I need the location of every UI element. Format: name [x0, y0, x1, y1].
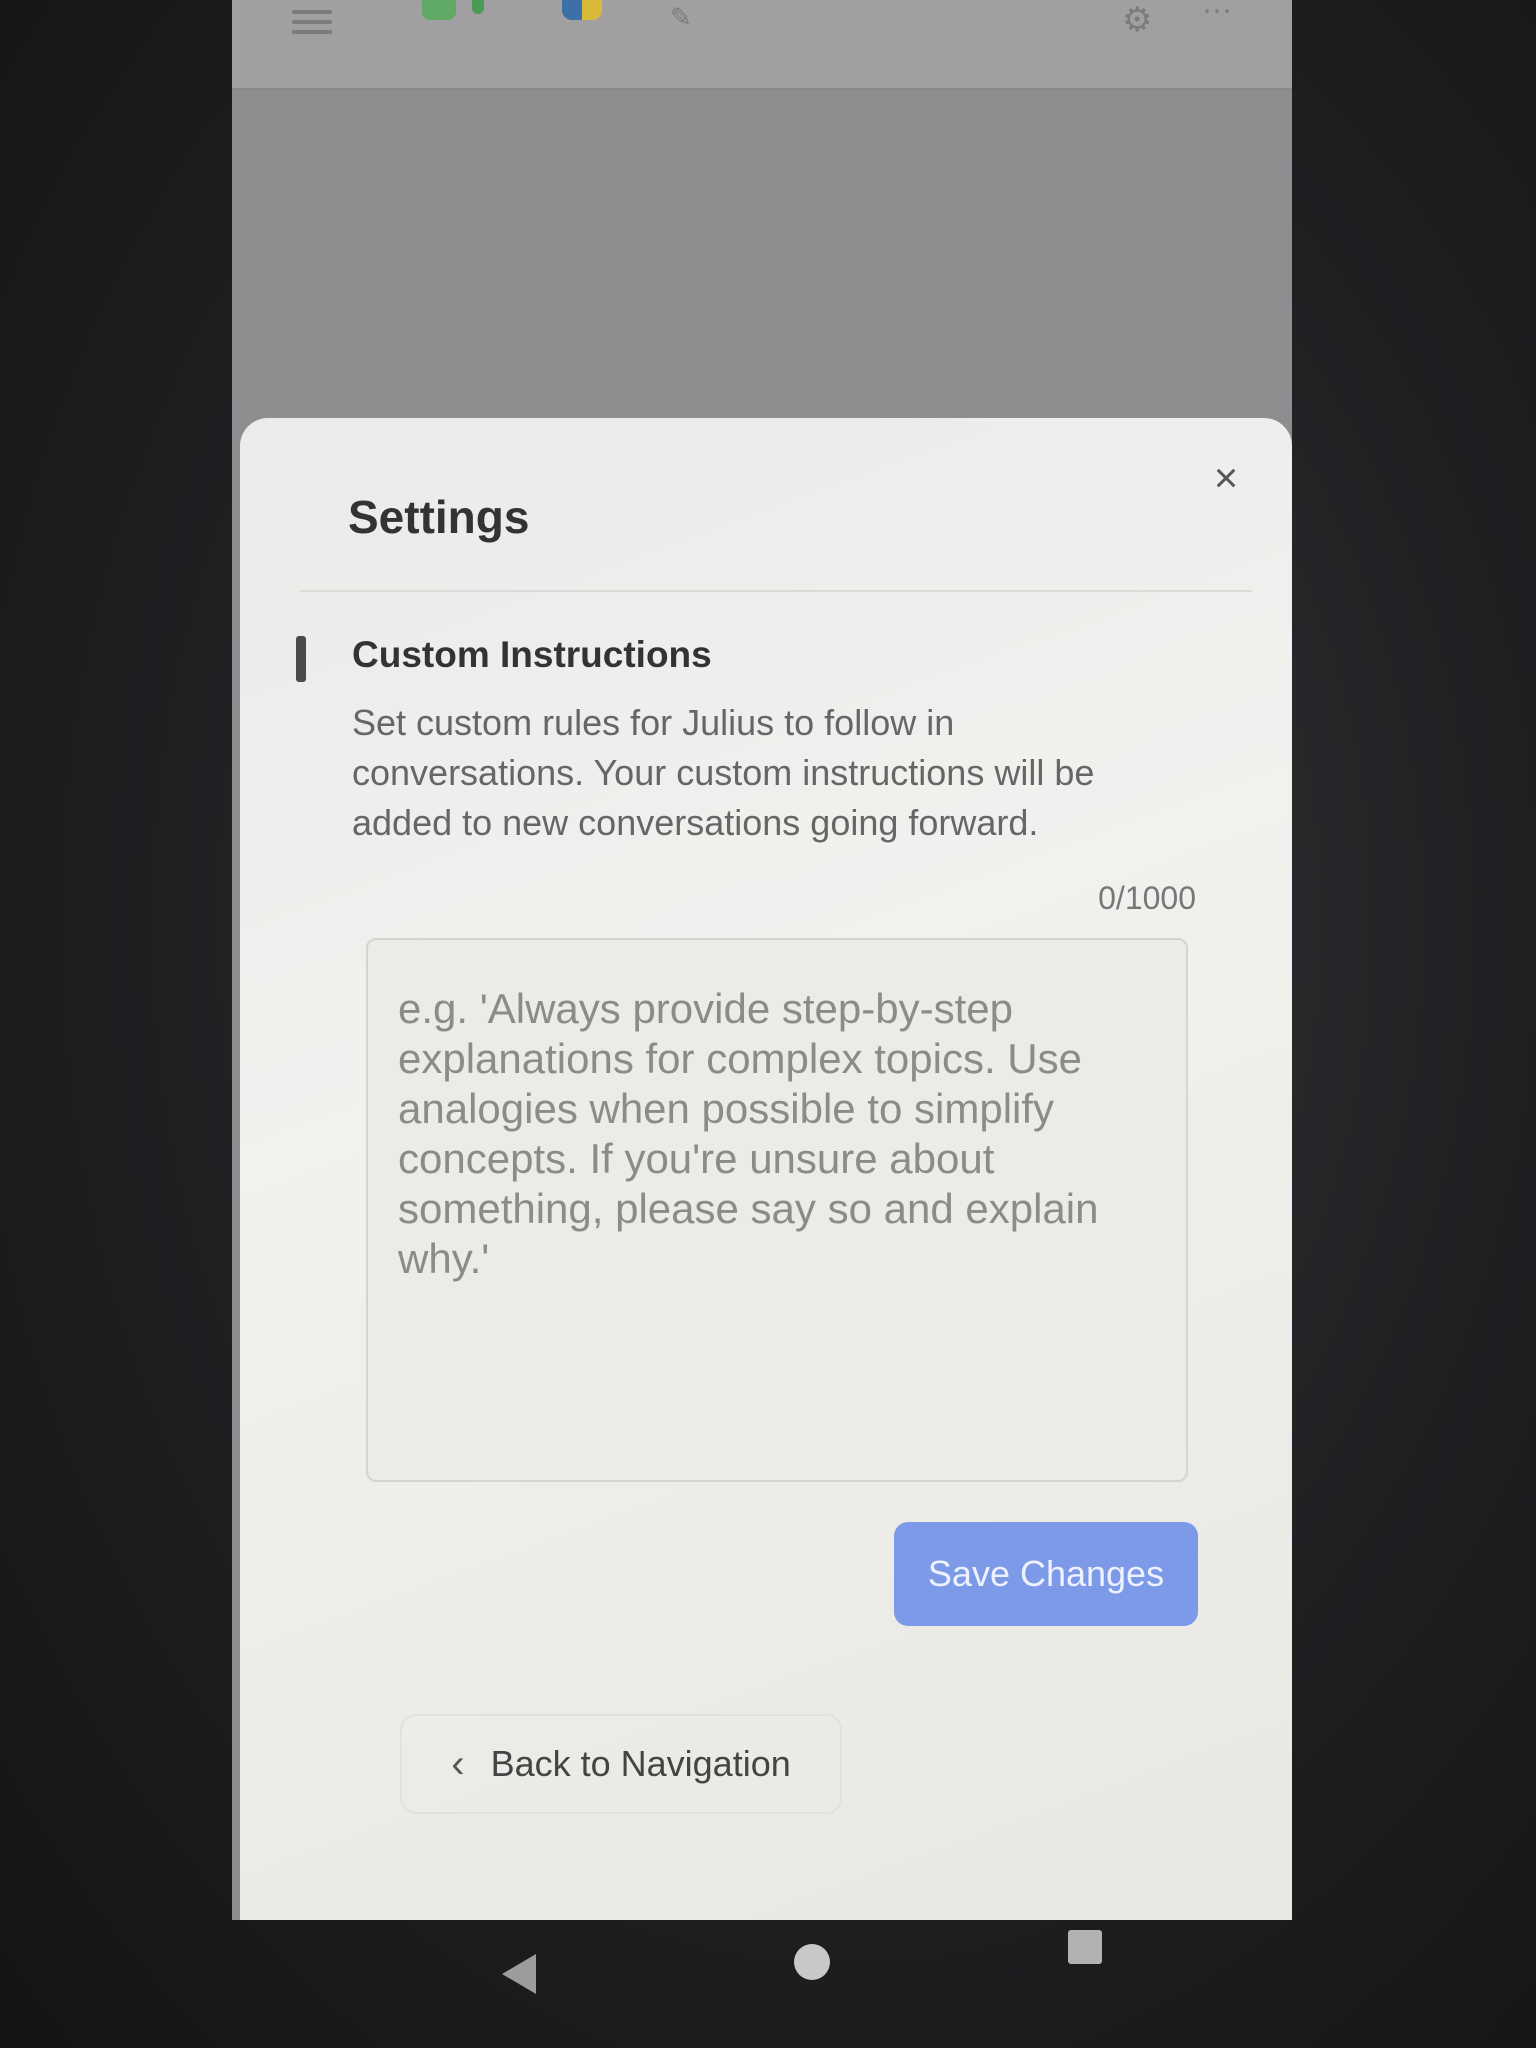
character-counter: 0/1000 — [1098, 880, 1196, 916]
more-icon[interactable]: ⋯ — [1202, 0, 1233, 29]
modal-title: Settings — [348, 491, 530, 543]
section-description: Set custom rules for Julius to follow in… — [352, 702, 1095, 843]
section-indicator — [296, 636, 306, 682]
back-button-label: Back to Navigation — [490, 1743, 791, 1784]
gear-icon[interactable]: ⚙ — [1122, 0, 1152, 40]
custom-instructions-input[interactable] — [366, 938, 1188, 1482]
close-icon[interactable]: × — [1206, 457, 1246, 499]
sheets-icon[interactable] — [422, 0, 456, 20]
settings-modal: × Settings Custom Instructions Set custo… — [240, 418, 1292, 1920]
save-changes-button[interactable]: Save Changes — [894, 1522, 1198, 1626]
edit-icon[interactable]: ✎ — [670, 2, 692, 33]
section-title: Custom Instructions — [352, 634, 712, 675]
recents-square-icon[interactable] — [1068, 1930, 1102, 1964]
home-circle-icon[interactable] — [794, 1944, 830, 1980]
chevron-left-icon: ‹ — [451, 1741, 465, 1786]
back-triangle-icon[interactable] — [502, 1954, 536, 1994]
python-icon[interactable] — [562, 0, 602, 20]
system-navigation-bar — [232, 1920, 1292, 2048]
top-toolbar: ✎ ⚙ ⋯ — [232, 0, 1292, 90]
back-to-navigation-button[interactable]: ‹ Back to Navigation — [400, 1714, 842, 1814]
status-dot-icon — [472, 0, 484, 14]
divider — [300, 590, 1252, 592]
menu-icon[interactable] — [292, 4, 332, 40]
